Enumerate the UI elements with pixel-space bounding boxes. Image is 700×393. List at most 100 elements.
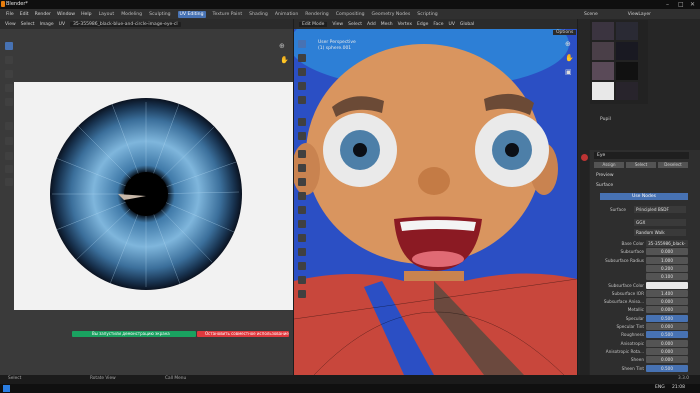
vp-menu-select[interactable]: Select [348,22,362,27]
subsurface-method-dropdown[interactable]: Random Walk [634,229,686,236]
material-tab-icon[interactable] [581,154,588,161]
image-selector[interactable]: 35-355986_black-blue-and-circle-image-ey… [70,21,181,27]
start-icon[interactable] [3,385,10,392]
maximize-icon[interactable]: □ [678,1,684,8]
shader-input-value[interactable]: 0.000 [646,248,688,256]
vp-spin-tool-icon[interactable] [298,234,306,242]
shader-input-value[interactable]: 0.000 [646,339,688,347]
gizmo-pan-icon[interactable]: ✋ [565,54,574,62]
move-tool-icon[interactable] [5,70,13,78]
vp-menu-edge[interactable]: Edge [417,22,428,27]
zoom-icon[interactable]: ⊕ [279,42,285,50]
clock[interactable]: 21:08 [672,385,685,390]
shader-input-value[interactable]: 0.000 [646,298,688,306]
pinch-tool-icon[interactable] [5,165,13,173]
tab-scripting[interactable]: Scripting [417,12,437,17]
3d-viewport[interactable] [294,19,577,375]
uv-image-canvas[interactable] [14,82,293,310]
deselect-button[interactable]: Deselect [658,162,688,168]
vp-menu-face[interactable]: Face [433,22,443,27]
stop-sharing-button[interactable]: Остановить совместное использование [197,331,289,337]
tab-texture-paint[interactable]: Texture Paint [213,12,243,17]
vp-shear-tool-icon[interactable] [298,290,306,298]
vp-knife-tool-icon[interactable] [298,206,306,214]
uv-menu-uv[interactable]: UV [59,22,65,27]
shader-input-value[interactable]: 0.000 [646,347,688,355]
viewlayer-selector[interactable]: ViewLayer [628,12,651,17]
outliner-item-pupil[interactable]: Pupil [600,117,611,122]
assign-button[interactable]: Assign [594,162,624,168]
vp-annotate-tool-icon[interactable] [298,118,306,126]
vp-extrude-tool-icon[interactable] [298,150,306,158]
tab-uv-editing[interactable]: UV Editing [177,10,206,18]
tab-modeling[interactable]: Modeling [121,12,142,17]
vp-slide-tool-icon[interactable] [298,262,306,270]
vp-bevel-tool-icon[interactable] [298,178,306,186]
tab-layout[interactable]: Layout [99,12,115,17]
vp-rotate-tool-icon[interactable] [298,82,306,90]
rip-tool-icon[interactable] [5,178,13,186]
shader-input-value[interactable]: 0.100 [646,273,688,281]
vp-polybuild-tool-icon[interactable] [298,220,306,228]
pan-icon[interactable]: ✋ [280,56,289,64]
shader-input-value[interactable]: 0.500 [646,314,688,322]
shader-input-value[interactable]: 0.000 [646,323,688,330]
select-button[interactable]: Select [626,162,656,168]
scale-tool-icon[interactable] [5,98,13,106]
gizmo-zoom-icon[interactable]: ⊕ [565,40,571,48]
shader-input-value[interactable] [646,281,688,289]
shader-input-value[interactable]: 0.500 [646,364,688,372]
tab-rendering[interactable]: Rendering [305,12,328,17]
vp-menu-view[interactable]: View [332,22,343,27]
vp-shrink-tool-icon[interactable] [298,276,306,284]
rotate-tool-icon[interactable] [5,84,13,92]
close-icon[interactable]: ✕ [690,1,695,8]
options-dropdown[interactable]: Options [553,30,577,35]
shader-input-value[interactable]: 0.500 [646,331,688,339]
tab-shading[interactable]: Shading [249,12,268,17]
vp-loopcut-tool-icon[interactable] [298,192,306,200]
annotate-tool-icon[interactable] [5,122,13,130]
shader-input-value[interactable]: 0.000 [646,306,688,314]
material-name-field[interactable]: Eye [594,152,689,159]
mode-dropdown[interactable]: Edit Mode [299,21,328,27]
camera-icon[interactable]: ▣ [565,68,572,76]
vp-cursor-tool-icon[interactable] [298,54,306,62]
tab-geometry-nodes[interactable]: Geometry Nodes [372,12,411,17]
tab-animation[interactable]: Animation [275,12,298,17]
select-tool-icon[interactable] [5,42,13,50]
vp-menu-vertex[interactable]: Vertex [398,22,412,27]
vp-inset-tool-icon[interactable] [298,164,306,172]
relax-tool-icon[interactable] [5,152,13,160]
uv-menu-view[interactable]: View [5,22,16,27]
uv-menu-select[interactable]: Select [21,22,35,27]
vp-menu-mesh[interactable]: Mesh [381,22,393,27]
minimize-icon[interactable]: – [666,1,669,8]
tab-sculpting[interactable]: Sculpting [149,12,170,17]
vp-menu-uv[interactable]: UV [449,22,455,27]
menu-window[interactable]: Window [57,12,75,17]
vp-menu-add[interactable]: Add [367,22,376,27]
surface-section[interactable]: Surface [596,183,613,188]
vp-smooth-tool-icon[interactable] [298,248,306,256]
use-nodes-button[interactable]: Use Nodes [600,193,688,200]
menu-file[interactable]: File [6,12,14,17]
menu-render[interactable]: Render [35,12,51,17]
menu-edit[interactable]: Edit [20,12,29,17]
shader-input-value[interactable]: 0.000 [646,356,688,364]
shader-input-value[interactable]: 1.400 [646,289,688,297]
shader-input-value[interactable]: 35-355986_black-blu... [646,240,688,253]
scene-selector[interactable]: Scene [584,12,598,17]
uv-menu-image[interactable]: Image [40,22,54,27]
tab-compositing[interactable]: Compositing [336,12,365,17]
language-indicator[interactable]: ENG [655,385,665,390]
preview-section[interactable]: Preview [596,173,614,178]
vp-measure-tool-icon[interactable] [298,132,306,140]
distribution-dropdown[interactable]: GGX [634,219,686,226]
vp-scale-tool-icon[interactable] [298,96,306,104]
vp-select-tool-icon[interactable] [298,40,306,48]
surface-shader-dropdown[interactable]: Principled BSDF [634,206,686,213]
orientation-dropdown[interactable]: Global [460,22,474,27]
shader-input-value[interactable]: 1.000 [646,256,688,264]
grab-tool-icon[interactable] [5,137,13,145]
